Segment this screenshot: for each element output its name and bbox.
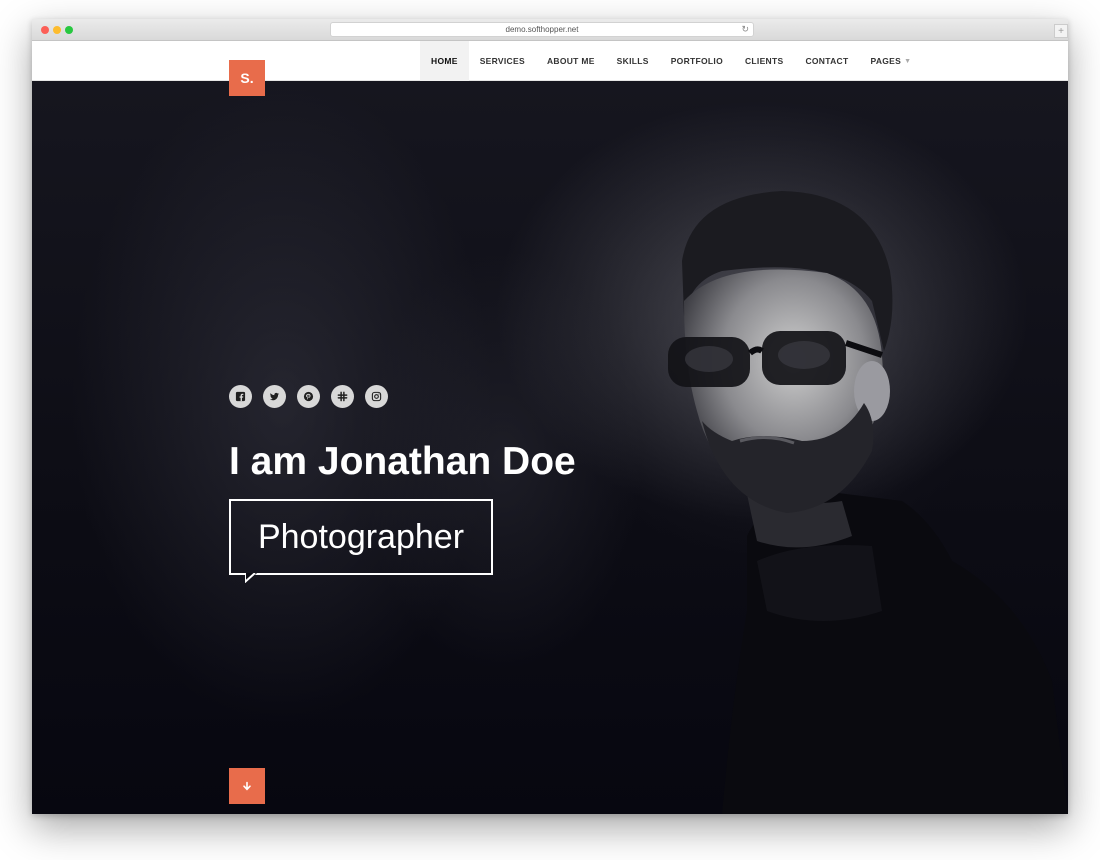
url-text: demo.softhopper.net	[505, 25, 579, 34]
nav-portfolio[interactable]: PORTFOLIO	[660, 41, 734, 81]
nav-services[interactable]: SERVICES	[469, 41, 536, 81]
role-speech-box: Photographer	[229, 499, 493, 583]
nav-clients[interactable]: CLIENTS	[734, 41, 794, 81]
address-bar[interactable]: demo.softhopper.net ↻	[330, 22, 754, 37]
nav-about-me[interactable]: ABOUT ME	[536, 41, 606, 81]
nav-pages[interactable]: PAGES ▼	[859, 41, 922, 81]
minimize-window-button[interactable]	[53, 26, 61, 34]
hero-portrait-image	[572, 141, 1068, 814]
new-tab-area: +	[1054, 24, 1068, 38]
maximize-window-button[interactable]	[65, 26, 73, 34]
browser-titlebar: demo.softhopper.net ↻	[32, 19, 1068, 41]
site-logo[interactable]: S.	[229, 60, 265, 96]
instagram-icon[interactable]	[365, 385, 388, 408]
nav-home[interactable]: HOME	[420, 41, 469, 84]
scroll-down-button[interactable]	[229, 768, 265, 804]
site-header: HOME SERVICES ABOUT ME SKILLS PORTFOLIO …	[32, 41, 1068, 84]
close-window-button[interactable]	[41, 26, 49, 34]
facebook-icon[interactable]	[229, 385, 252, 408]
pinterest-icon[interactable]	[297, 385, 320, 408]
arrow-down-icon	[243, 781, 251, 791]
twitter-icon[interactable]	[263, 385, 286, 408]
browser-window: demo.softhopper.net ↻ HOME SERVICES ABOU…	[32, 19, 1068, 814]
nav-skills[interactable]: SKILLS	[606, 41, 660, 81]
hero-role-text: Photographer	[257, 517, 465, 556]
plus-icon[interactable]: +	[1054, 24, 1068, 38]
main-nav: HOME SERVICES ABOUT ME SKILLS PORTFOLIO …	[420, 41, 922, 84]
nav-contact[interactable]: CONTACT	[794, 41, 859, 81]
chevron-down-icon: ▼	[904, 57, 912, 65]
slack-icon[interactable]	[331, 385, 354, 408]
hero-headline: I am Jonathan Doe	[229, 440, 576, 483]
reload-icon[interactable]: ↻	[741, 23, 749, 36]
hero-section: I am Jonathan Doe Photographer	[32, 81, 1068, 814]
speech-bubble-tail	[245, 573, 257, 583]
social-links	[229, 385, 388, 408]
